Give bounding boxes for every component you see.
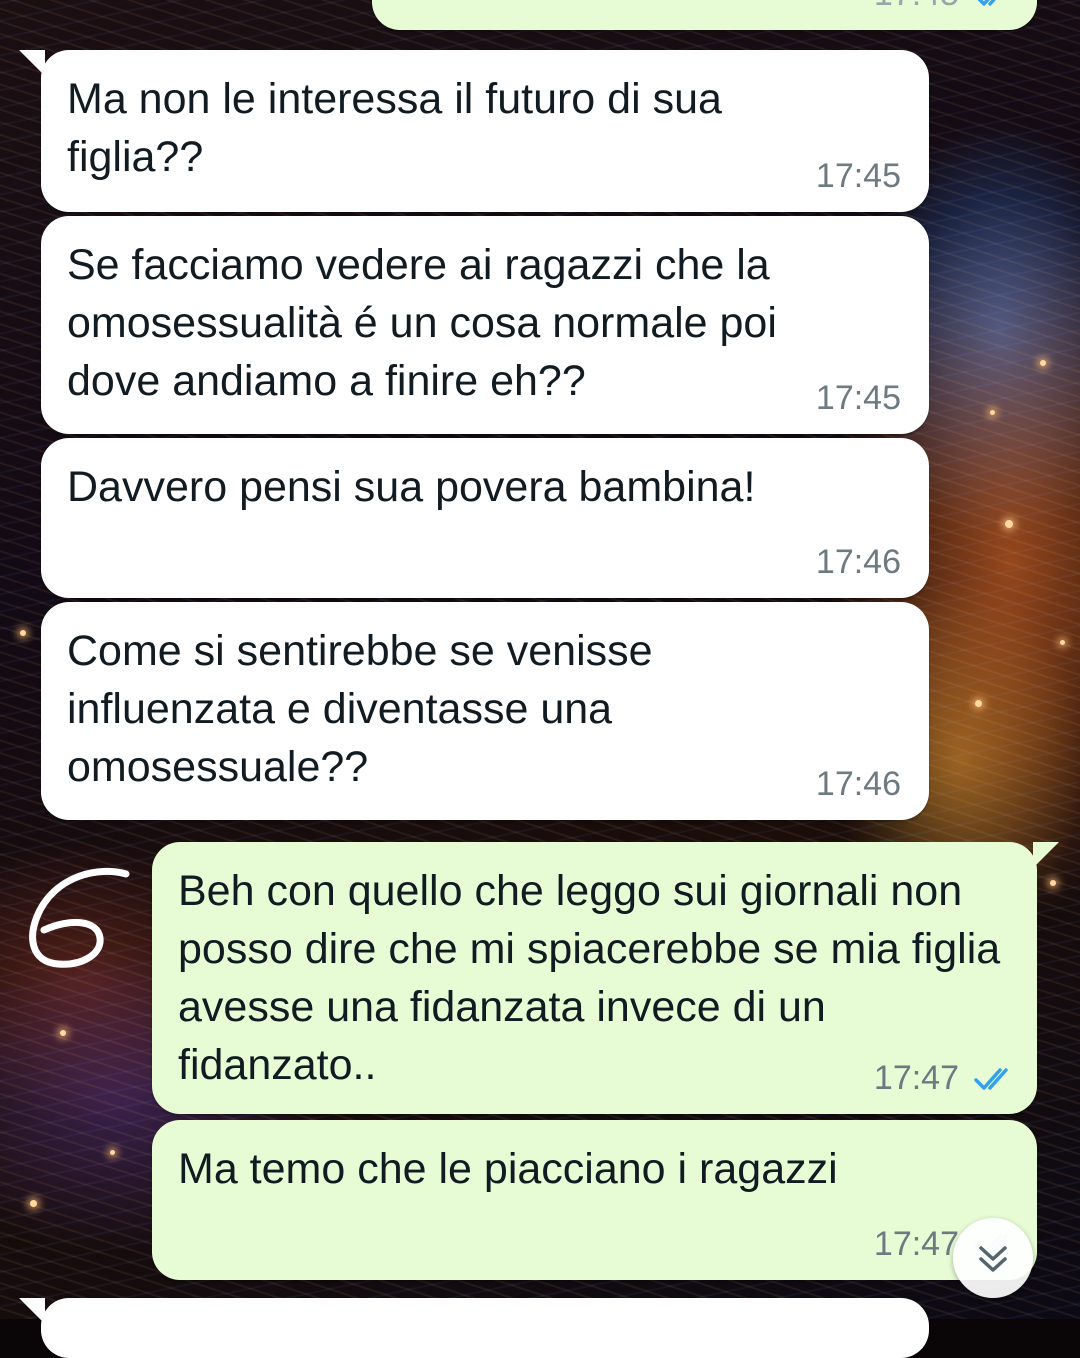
wallpaper-light-dot: [30, 1200, 37, 1207]
message-bubble-incoming-partial[interactable]: [19, 1298, 929, 1358]
message-text: Come si sentirebbe se venisse influenzat…: [67, 627, 653, 791]
wallpaper-light-dot: [60, 1030, 66, 1036]
message-text: Se facciamo vedere ai ragazzi che la omo…: [67, 241, 777, 405]
bubble-tail: [19, 1298, 45, 1324]
message-bubble-outgoing[interactable]: Ma temo che le piacciano i ragazzi 17:47: [152, 1120, 1037, 1280]
wallpaper-light-dot: [1040, 360, 1046, 366]
double-check-icon: [977, 0, 996, 6]
message-time: 17:46: [815, 543, 901, 581]
wallpaper-light-dot: [975, 700, 982, 707]
message-time: 17:46: [815, 765, 901, 803]
message-text: Ma non le interessa il futuro di sua fig…: [67, 75, 722, 181]
double-check-icon: [974, 1068, 1008, 1090]
message-time: 17:45: [874, 0, 959, 14]
message-text: Ma temo che le piacciano i ragazzi: [178, 1145, 838, 1193]
wallpaper-light-dot: [1050, 880, 1056, 886]
message-time: 17:47: [873, 1059, 959, 1097]
handwritten-annotation-6: [29, 867, 130, 968]
scroll-to-bottom-button[interactable]: [953, 1218, 1033, 1298]
message-text: Davvero pensi sua povera bambina!: [67, 463, 756, 511]
message-bubble-incoming[interactable]: Se facciamo vedere ai ragazzi che la omo…: [41, 216, 929, 434]
double-chevron-down-icon: [979, 1246, 1007, 1272]
message-bubble-incoming[interactable]: Ma non le interessa il futuro di sua fig…: [19, 50, 929, 212]
message-bubble-outgoing-partial[interactable]: 17:45: [372, 0, 1037, 30]
message-bubble-incoming[interactable]: Come si sentirebbe se venisse influenzat…: [41, 602, 929, 820]
wallpaper-light-dot: [1060, 640, 1065, 645]
message-time: 17:45: [815, 157, 901, 195]
wallpaper-light-dot: [1005, 520, 1013, 528]
wallpaper-light-dot: [110, 1150, 115, 1155]
message-time: 17:45: [815, 379, 901, 417]
wallpaper-light-dot: [20, 630, 26, 636]
message-time: 17:47: [873, 1225, 959, 1263]
wallpaper-light-dot: [990, 410, 995, 415]
bubble-tail: [1033, 842, 1059, 868]
message-bubble-outgoing[interactable]: Beh con quello che leggo sui giornali no…: [152, 842, 1059, 1114]
message-bubble-incoming[interactable]: Davvero pensi sua povera bambina! 17:46: [41, 438, 929, 598]
bubble-tail: [19, 50, 45, 76]
